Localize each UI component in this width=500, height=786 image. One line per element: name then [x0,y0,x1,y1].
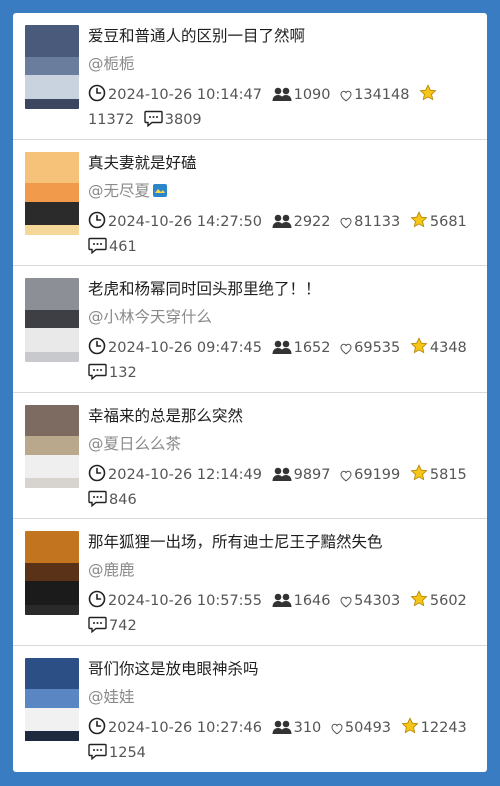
heart-icon[interactable] [340,343,352,355]
post-card[interactable]: 哥们你这是放电眼神杀吗 @娃娃 2024-10-26 10:27:46 310 … [13,645,487,772]
post-author[interactable]: @夏日么么茶 [88,433,181,455]
view-count: 2922 [293,213,331,230]
comment-icon[interactable] [88,237,107,254]
post-thumbnail[interactable] [25,151,79,236]
viewers-icon [272,339,292,355]
post-title[interactable]: 老虎和杨幂同时回头那里绝了！！ [88,278,478,300]
post-time: 2024-10-26 12:14:49 [108,466,262,483]
post-thumbnail[interactable] [25,531,79,615]
post-card[interactable]: 幸福来的总是那么突然 @夏日么么茶 2024-10-26 12:14:49 98… [13,392,487,519]
post-thumbnail[interactable] [25,25,79,109]
clock-icon [88,84,106,102]
post-thumbnail[interactable] [25,404,79,489]
viewers-icon [272,719,292,735]
author-badge-icon [152,182,168,198]
heart-icon[interactable] [340,217,352,229]
viewers-icon [272,592,292,608]
comment-count: 742 [109,618,137,634]
post-meta: 2024-10-26 10:27:46 310 50493 12243 1254 [88,716,483,766]
viewers-icon [272,86,292,102]
star-icon[interactable] [410,463,428,482]
post-meta: 2024-10-26 10:57:55 1646 54303 5602 742 [88,589,483,639]
comment-icon[interactable] [88,490,107,507]
star-icon[interactable] [401,716,419,735]
post-title[interactable]: 真夫妻就是好磕 [88,152,478,174]
post-feed: 爱豆和普通人的区别一目了然啊 @栀栀 2024-10-26 10:14:47 1… [13,13,487,772]
star-count: 5815 [429,466,467,483]
like-count: 134148 [354,87,410,103]
viewers-icon [272,213,292,229]
comment-count: 461 [109,238,137,255]
comment-count: 3809 [164,112,202,128]
star-icon[interactable] [419,84,437,102]
clock-icon [88,464,106,482]
heart-icon[interactable] [340,90,352,102]
post-card[interactable]: 老虎和杨幂同时回头那里绝了！！ @小林今天穿什么 2024-10-26 09:4… [13,266,487,393]
star-count: 4348 [429,340,467,356]
heart-icon[interactable] [340,596,352,608]
author-name[interactable]: @娃娃 [88,688,135,706]
viewers-icon [272,466,292,482]
post-author[interactable]: @栀栀 [88,53,135,75]
post-card[interactable]: 爱豆和普通人的区别一目了然啊 @栀栀 2024-10-26 10:14:47 1… [13,13,487,140]
post-time: 2024-10-26 14:27:50 [108,213,262,230]
post-time: 2024-10-26 10:57:55 [108,593,262,609]
author-name[interactable]: @栀栀 [88,55,135,73]
comment-count: 132 [109,365,137,381]
comment-icon[interactable] [144,110,163,127]
clock-icon [88,717,106,735]
view-count: 9897 [293,466,331,483]
comment-icon[interactable] [88,616,107,633]
post-thumbnail[interactable] [25,278,79,362]
post-title[interactable]: 幸福来的总是那么突然 [88,405,478,427]
post-meta: 2024-10-26 09:47:45 1652 69535 4348 132 [88,336,483,386]
like-count: 69199 [354,466,401,483]
star-count: 5681 [429,213,467,230]
star-icon[interactable] [410,590,428,608]
post-meta: 2024-10-26 12:14:49 9897 69199 5815 846 [88,463,483,513]
post-meta: 2024-10-26 10:14:47 1090 134148 11372 38… [88,83,483,133]
star-count: 11372 [88,112,135,128]
author-name[interactable]: @鹿鹿 [88,561,135,579]
clock-icon [88,337,106,355]
like-count: 50493 [344,719,392,736]
clock-icon [88,590,106,608]
heart-icon[interactable] [340,470,352,482]
star-count: 12243 [420,719,467,736]
comment-icon[interactable] [88,363,107,380]
heart-icon[interactable] [331,723,343,735]
post-author[interactable]: @鹿鹿 [88,559,135,581]
post-thumbnail[interactable] [25,657,79,742]
post-author[interactable]: @无尽夏 [88,180,168,202]
star-count: 5602 [429,593,467,609]
post-time: 2024-10-26 10:14:47 [108,87,262,103]
post-card[interactable]: 真夫妻就是好磕 @无尽夏 2024-10-26 14:27:50 2922 81… [13,139,487,266]
author-name[interactable]: @小林今天穿什么 [88,308,212,326]
view-count: 1646 [293,593,331,609]
star-icon[interactable] [410,210,428,229]
post-title[interactable]: 那年狐狸一出场，所有迪士尼王子黯然失色 [88,531,478,553]
star-icon[interactable] [410,337,428,355]
post-author[interactable]: @娃娃 [88,686,135,708]
post-time: 2024-10-26 10:27:46 [108,719,262,736]
view-count: 1652 [293,340,331,356]
post-title[interactable]: 爱豆和普通人的区别一目了然啊 [88,25,478,47]
post-meta: 2024-10-26 14:27:50 2922 81133 5681 461 [88,210,483,260]
like-count: 54303 [354,593,401,609]
clock-icon [88,211,106,229]
comment-count: 846 [109,491,137,508]
post-title[interactable]: 哥们你这是放电眼神杀吗 [88,658,478,680]
comment-icon[interactable] [88,743,107,760]
comment-count: 1254 [109,744,146,761]
like-count: 81133 [354,213,401,230]
view-count: 1090 [293,87,331,103]
author-name[interactable]: @夏日么么茶 [88,435,181,453]
post-author[interactable]: @小林今天穿什么 [88,306,212,328]
post-card[interactable]: 那年狐狸一出场，所有迪士尼王子黯然失色 @鹿鹿 2024-10-26 10:57… [13,519,487,646]
view-count: 310 [293,719,322,736]
like-count: 69535 [354,340,401,356]
author-name[interactable]: @无尽夏 [88,182,150,200]
post-time: 2024-10-26 09:47:45 [108,340,262,356]
